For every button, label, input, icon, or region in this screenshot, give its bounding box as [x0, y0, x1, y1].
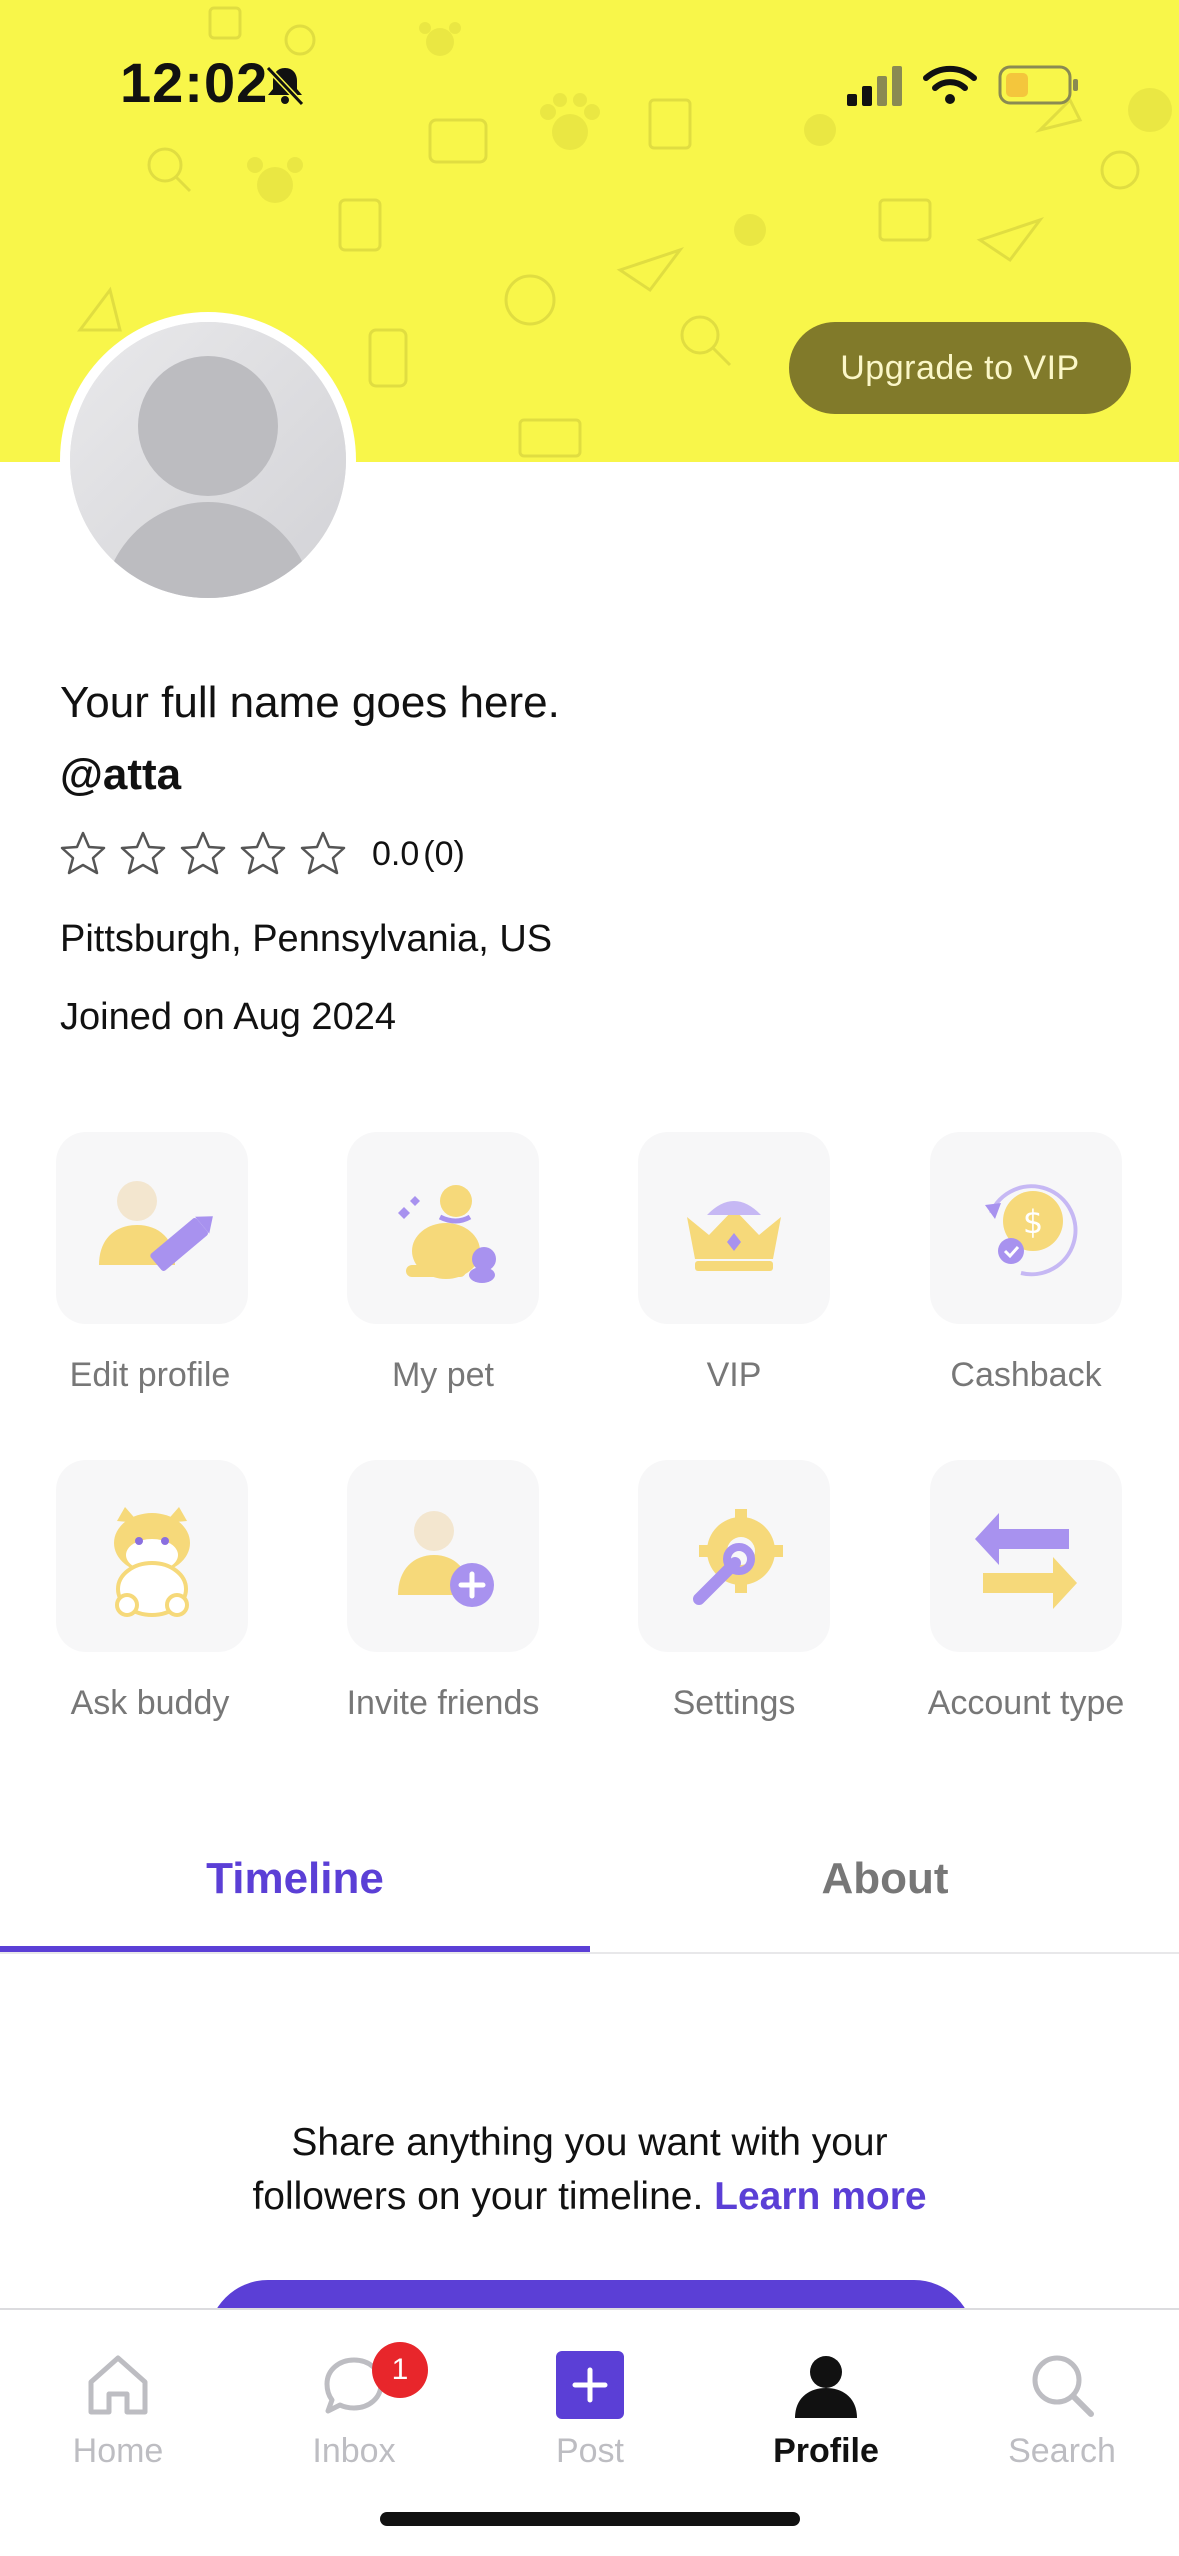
- rating-value: 0.0: [372, 834, 420, 873]
- home-icon: [88, 2355, 148, 2415]
- star-icon: [240, 831, 286, 875]
- default-avatar-icon: [70, 322, 346, 598]
- star-icon: [60, 831, 106, 875]
- timeline-empty-message: Share anything you want with your follow…: [0, 2116, 1179, 2224]
- ask-buddy-button[interactable]: [56, 1460, 248, 1652]
- status-time: 12:02: [120, 51, 269, 114]
- plus-icon: [556, 2351, 624, 2419]
- edit-profile-button[interactable]: [56, 1132, 248, 1324]
- account-type-label: Account type: [927, 1684, 1125, 1722]
- timeline-message-line1: Share anything you want with your: [291, 2121, 888, 2164]
- star-icon: [120, 831, 166, 875]
- cashback-button[interactable]: $: [930, 1132, 1122, 1324]
- settings-button[interactable]: [638, 1460, 830, 1652]
- avatar[interactable]: [60, 312, 356, 608]
- cashback-icon: $: [985, 1184, 1078, 1277]
- upgrade-vip-button[interactable]: Upgrade to VIP: [789, 322, 1131, 414]
- nav-post-label: Post: [555, 2432, 625, 2470]
- tab-about[interactable]: About: [590, 1854, 1179, 1904]
- pet-icon: [398, 1185, 496, 1283]
- nav-post[interactable]: Post: [472, 2310, 708, 2490]
- home-indicator[interactable]: [380, 2512, 800, 2526]
- buddy-dog-icon: [114, 1507, 190, 1617]
- crown-icon: [687, 1201, 781, 1271]
- nav-search[interactable]: Search: [944, 2310, 1179, 2490]
- nav-inbox-label: Inbox: [312, 2432, 396, 2470]
- cellular-signal-icon: [847, 66, 902, 106]
- settings-icon: [693, 1509, 783, 1605]
- status-bar: 12:02: [0, 0, 1179, 150]
- account-type-button[interactable]: [930, 1460, 1122, 1652]
- timeline-message-line2: followers on your timeline. Learn more: [0, 2170, 1179, 2224]
- cashback-label: Cashback: [950, 1356, 1102, 1394]
- star-icon: [300, 831, 346, 875]
- username-handle: @atta: [60, 750, 182, 799]
- rating-row: 0.0 (0): [58, 826, 465, 882]
- my-pet-label: My pet: [391, 1356, 495, 1394]
- search-icon: [1032, 2355, 1094, 2417]
- star-icon: [180, 831, 226, 875]
- person-icon: [795, 2356, 857, 2418]
- my-pet-button[interactable]: [347, 1132, 539, 1324]
- nav-home[interactable]: Home: [0, 2310, 236, 2490]
- settings-label: Settings: [672, 1684, 796, 1722]
- tab-timeline[interactable]: Timeline: [0, 1854, 590, 1904]
- learn-more-link[interactable]: Learn more: [714, 2175, 926, 2218]
- silent-bell-icon: [265, 65, 305, 107]
- inbox-unread-badge: 1: [372, 2342, 428, 2398]
- full-name: Your full name goes here.: [60, 678, 560, 727]
- add-user-icon: [398, 1511, 494, 1607]
- nav-profile[interactable]: Profile: [708, 2310, 944, 2490]
- location: Pittsburgh, Pennsylvania, US: [60, 918, 553, 960]
- tab-divider: [0, 1952, 1179, 1954]
- ask-buddy-label: Ask buddy: [70, 1684, 230, 1722]
- vip-label: VIP: [706, 1356, 762, 1394]
- edit-profile-label: Edit profile: [69, 1356, 231, 1394]
- nav-inbox[interactable]: Inbox: [236, 2310, 472, 2490]
- invite-friends-button[interactable]: [347, 1460, 539, 1652]
- svg-text:$: $: [1023, 1203, 1043, 1241]
- invite-friends-label: Invite friends: [346, 1684, 540, 1722]
- nav-profile-label: Profile: [773, 2432, 879, 2470]
- wifi-icon: [923, 65, 977, 104]
- nav-home-label: Home: [72, 2432, 164, 2470]
- avatar-placeholder: [70, 322, 346, 598]
- nav-search-label: Search: [1008, 2432, 1116, 2470]
- edit-profile-icon: [99, 1181, 213, 1271]
- swap-icon: [975, 1513, 1077, 1609]
- joined-date: Joined on Aug 2024: [60, 996, 396, 1038]
- battery-icon: [998, 65, 1078, 105]
- rating-count: (0): [423, 834, 465, 873]
- vip-button[interactable]: [638, 1132, 830, 1324]
- timeline-message-line2-text: followers on your timeline.: [252, 2175, 704, 2218]
